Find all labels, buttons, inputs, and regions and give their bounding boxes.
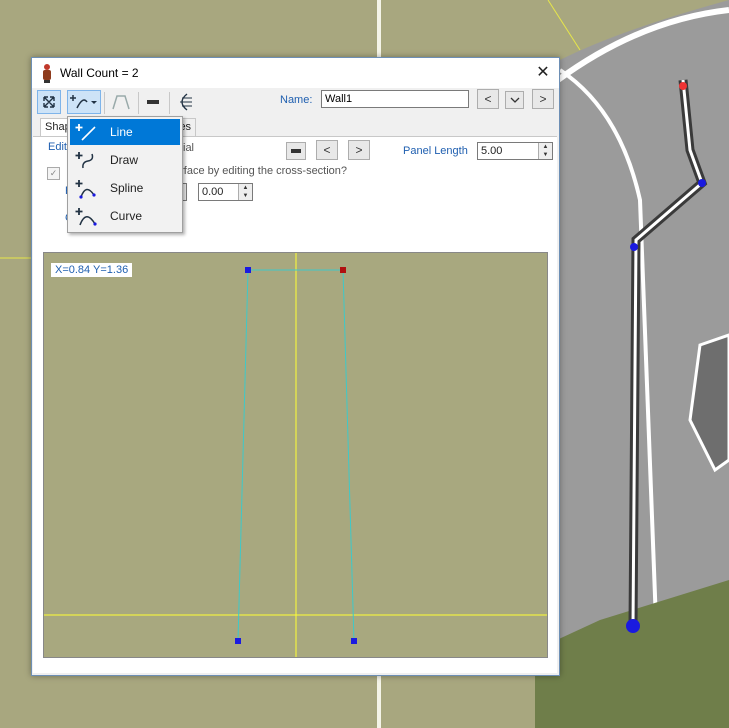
section-point[interactable] xyxy=(235,638,241,644)
material-label: ial xyxy=(183,142,195,154)
prev-section-button[interactable]: < xyxy=(316,140,338,160)
line-icon xyxy=(75,124,96,141)
close-icon[interactable]: ✕ xyxy=(533,63,553,83)
menu-item-label: Draw xyxy=(110,153,139,167)
coordinate-readout: X=0.84 Y=1.36 xyxy=(51,263,133,277)
name-label: Name: xyxy=(280,94,313,106)
next-section-button[interactable]: > xyxy=(348,140,370,160)
flat-icon[interactable] xyxy=(141,90,165,114)
curve-icon xyxy=(75,208,97,226)
profile-icon[interactable] xyxy=(109,90,133,114)
edit-section-checkbox[interactable]: ✓ xyxy=(47,167,60,180)
menu-item-label: Line xyxy=(110,125,133,139)
menu-item-spline[interactable]: Spline xyxy=(70,175,180,201)
section-point-selected[interactable] xyxy=(340,267,346,273)
spline-icon xyxy=(75,180,96,199)
shape-tool-icon[interactable] xyxy=(67,90,101,114)
draw-icon xyxy=(75,152,94,169)
menu-item-line[interactable]: Line xyxy=(70,119,180,145)
prev-wall-button[interactable]: < xyxy=(477,89,499,109)
shape-tool-menu: Line Draw Spline Curve xyxy=(67,116,183,233)
edit-link[interactable]: Edit xyxy=(48,141,67,153)
panel-length-label: Panel Length xyxy=(403,145,468,157)
flat-button[interactable] xyxy=(286,142,306,160)
question-label: urface by editing the cross-section? xyxy=(174,165,348,177)
menu-item-draw[interactable]: Draw xyxy=(70,147,180,173)
menu-item-label: Spline xyxy=(110,181,144,195)
cross-section-canvas[interactable]: X=0.84 Y=1.36 xyxy=(43,252,548,658)
menu-item-curve[interactable]: Curve xyxy=(70,203,180,229)
window-title: Wall Count = 2 xyxy=(60,66,139,80)
curve-sections-icon[interactable] xyxy=(173,90,197,114)
wall-app-icon xyxy=(43,64,51,83)
offset-input[interactable]: 0.00 ▲ ▼ xyxy=(198,183,253,201)
name-input[interactable] xyxy=(321,90,469,108)
section-point[interactable] xyxy=(245,267,251,273)
toolbar: Name: < > xyxy=(32,88,559,118)
select-icon[interactable] xyxy=(37,90,61,114)
next-wall-button[interactable]: > xyxy=(532,89,554,109)
title-bar: Wall Count = 2 ✕ xyxy=(32,58,559,88)
panel-length-input[interactable]: 5.00 ▲ ▼ xyxy=(477,142,553,160)
menu-item-label: Curve xyxy=(110,209,143,223)
wall-dropdown-button[interactable] xyxy=(505,91,524,109)
cross-section-drawing xyxy=(44,253,547,657)
section-point[interactable] xyxy=(351,638,357,644)
